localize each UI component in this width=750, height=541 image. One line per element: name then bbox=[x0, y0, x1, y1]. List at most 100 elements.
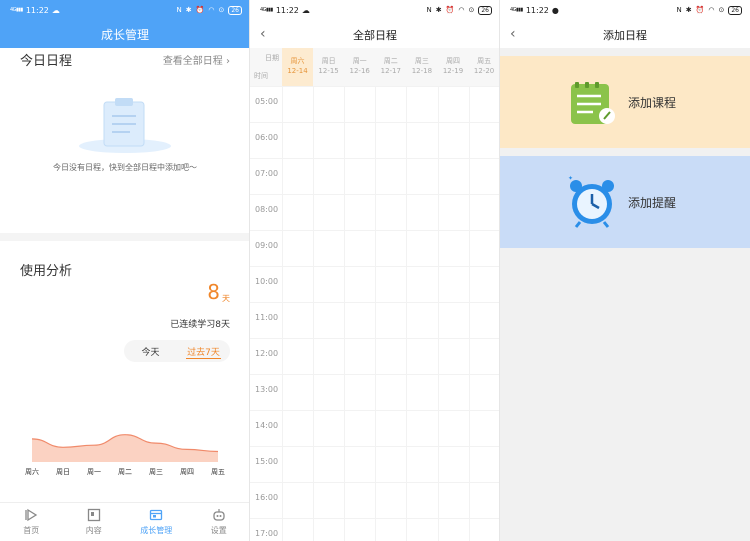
usage-area-chart: 周六 周日 周一 周二 周三 周四 周五 bbox=[25, 434, 225, 476]
all-schedule-screen: 4G▮▮▮ 11:22 ☁ N ✱ ⏰ ◠ ⊙ 26 ‹ 全部日程 日期 时间 … bbox=[250, 0, 500, 541]
cloud-icon: ☁ bbox=[301, 5, 310, 15]
add-course-card[interactable]: 添加课程 bbox=[500, 56, 750, 148]
segment-today[interactable]: 今天 bbox=[124, 340, 177, 362]
nfc-icon: N bbox=[676, 6, 682, 14]
hour-label: 12:00 bbox=[255, 349, 279, 358]
hotspot-icon: ⊙ bbox=[718, 6, 725, 14]
tab-growth-label: 成长管理 bbox=[140, 526, 173, 535]
hour-label: 14:00 bbox=[255, 421, 279, 430]
chevron-right-icon: › bbox=[226, 56, 230, 67]
status-bar: 4G▮▮▮ 11:22 ● N ✱ ⏰ ◠ ⊙ 26 bbox=[500, 0, 750, 20]
cloud-icon: ☁ bbox=[51, 5, 60, 15]
grid-column-line bbox=[282, 86, 283, 541]
status-bar: 4G▮▮▮ 11:22 ☁ N ✱ ⏰ ◠ ⊙ 26 bbox=[250, 0, 500, 20]
chat-icon: ● bbox=[551, 5, 559, 15]
view-all-label: 查看全部日程 bbox=[162, 56, 223, 67]
clipboard-icon bbox=[79, 98, 171, 153]
hour-label: 07:00 bbox=[255, 169, 279, 178]
alarm-icon: ⏰ bbox=[695, 6, 705, 14]
grid-column-line bbox=[344, 86, 346, 541]
status-time: 11:22 bbox=[525, 5, 549, 15]
hour-label: 10:00 bbox=[255, 277, 279, 286]
day-column-header: 周五 12-20 bbox=[469, 48, 500, 86]
day-date: 12-18 bbox=[411, 67, 433, 75]
day-column-header: 周二 12-17 bbox=[375, 48, 406, 86]
header-bar: 4G▮▮▮ 11:22 ☁ N ✱ ⏰ ◠ ⊙ 26 成长管理 bbox=[0, 0, 250, 48]
wifi-icon: ◠ bbox=[708, 6, 715, 14]
grid-column-line bbox=[406, 86, 408, 541]
hour-label: 09:00 bbox=[255, 241, 279, 250]
growth-screen: 4G▮▮▮ 11:22 ☁ N ✱ ⏰ ◠ ⊙ 26 成长管理 今日日程 查看全… bbox=[0, 0, 250, 541]
tab-growth[interactable]: 成长管理 bbox=[125, 503, 188, 541]
x-tick-label: 周六 bbox=[25, 467, 39, 476]
day-date: 12-14 bbox=[287, 67, 308, 75]
bluetooth-icon: ✱ bbox=[685, 6, 692, 14]
view-all-schedule-link[interactable]: 查看全部日程 › bbox=[163, 52, 230, 67]
day-weekday: 周六 bbox=[290, 57, 305, 65]
day-column-header: 周六 12-14 bbox=[282, 48, 313, 86]
grid-column-line bbox=[375, 86, 377, 541]
day-date: 12-19 bbox=[442, 67, 464, 75]
battery-icon: 26 bbox=[728, 5, 742, 15]
hour-label: 06:00 bbox=[255, 133, 279, 142]
hour-label: 08:00 bbox=[255, 205, 279, 214]
hour-label: 05:00 bbox=[255, 97, 279, 106]
x-tick-label: 周二 bbox=[118, 468, 132, 476]
signal-icon: 4G▮▮▮ bbox=[510, 7, 523, 13]
status-time: 11:22 bbox=[25, 5, 49, 15]
grid-column-line bbox=[313, 86, 315, 541]
day-weekday: 周五 bbox=[477, 57, 492, 65]
day-column-header: 周日 12-15 bbox=[313, 48, 344, 86]
nfc-icon: N bbox=[176, 6, 182, 14]
hotspot-icon: ⊙ bbox=[218, 6, 225, 14]
x-tick-label: 周五 bbox=[211, 468, 225, 476]
corner-date-label: 日期 bbox=[265, 54, 279, 62]
day-date: 12-15 bbox=[318, 67, 339, 75]
day-column-header: 周一 12-16 bbox=[344, 48, 375, 86]
date-time-corner: 日期 时间 bbox=[250, 48, 282, 86]
corner-time-label: 时间 bbox=[254, 72, 268, 80]
hour-label: 13:00 bbox=[255, 385, 279, 394]
day-weekday: 周三 bbox=[414, 57, 429, 65]
x-tick-label: 周四 bbox=[180, 468, 194, 476]
content-icon bbox=[87, 508, 100, 522]
nav-bar: ‹ 添加日程 bbox=[500, 20, 750, 48]
grid-column-line bbox=[437, 86, 439, 541]
x-tick-label: 周一 bbox=[87, 468, 101, 476]
battery-icon: 26 bbox=[478, 5, 492, 15]
bluetooth-icon: ✱ bbox=[185, 6, 192, 14]
play-icon bbox=[25, 508, 38, 522]
tab-settings[interactable]: 设置 bbox=[188, 503, 251, 541]
add-reminder-card[interactable]: ✦ 添加提醒 bbox=[500, 156, 750, 248]
robot-icon bbox=[213, 509, 225, 521]
usage-analysis-heading: 使用分析 bbox=[20, 264, 73, 279]
add-course-label: 添加课程 bbox=[628, 96, 677, 110]
signal-icon: 4G▮▮▮ bbox=[10, 7, 23, 13]
usage-area-fill bbox=[32, 434, 218, 462]
day-weekday: 周一 bbox=[352, 57, 367, 65]
grid-column-line bbox=[468, 86, 470, 541]
hour-label: 15:00 bbox=[255, 457, 279, 466]
alarm-clock-icon: ✦ bbox=[568, 175, 614, 228]
day-date: 12-17 bbox=[380, 67, 401, 75]
alarm-icon: ⏰ bbox=[195, 6, 205, 14]
bluetooth-icon: ✱ bbox=[435, 6, 442, 14]
schedule-grid[interactable]: 05:00 06:00 07:00 08:00 09:00 10:00 11:00 12:00… bbox=[250, 86, 500, 541]
day-date: 12-20 bbox=[473, 67, 495, 75]
tab-content-label: 内容 bbox=[85, 526, 102, 535]
hour-label: 11:00 bbox=[255, 313, 279, 322]
x-tick-label: 周三 bbox=[149, 468, 163, 476]
page-title: 成长管理 bbox=[100, 28, 149, 42]
tab-content[interactable]: 内容 bbox=[63, 503, 126, 541]
alarm-icon: ⏰ bbox=[445, 6, 455, 14]
hotspot-icon: ⊙ bbox=[468, 6, 475, 14]
segment-past-7-days[interactable]: 过去7天 bbox=[177, 340, 230, 362]
nav-bar: ‹ 全部日程 bbox=[250, 20, 500, 48]
hour-label: 17:00 bbox=[255, 529, 279, 538]
day-column-header: 周三 12-18 bbox=[406, 48, 437, 86]
svg-text:✦: ✦ bbox=[568, 175, 573, 182]
empty-schedule-text: 今日没有日程，快到全部日程中添加吧～ bbox=[53, 163, 197, 172]
range-segmented-control: 今天 过去7天 bbox=[124, 340, 230, 362]
tab-home[interactable]: 首页 bbox=[0, 503, 63, 541]
hour-label: 16:00 bbox=[255, 493, 279, 502]
